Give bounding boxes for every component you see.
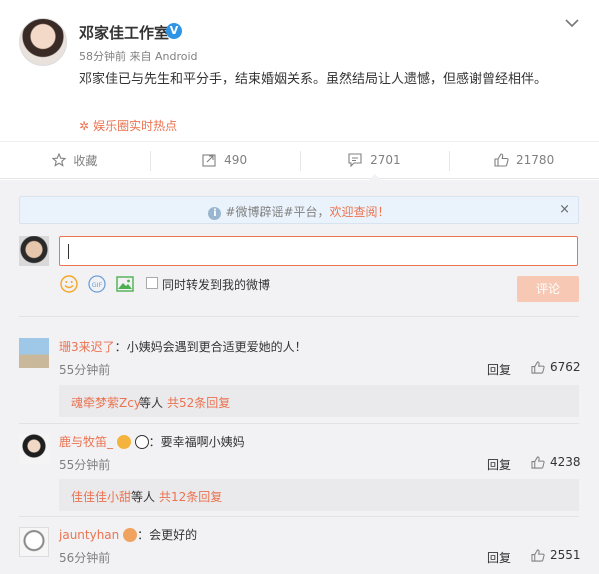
repost-button[interactable]: 490 <box>149 142 300 178</box>
comment-like-count: 4238 <box>550 455 581 469</box>
commenter-avatar[interactable] <box>19 434 49 464</box>
repost-checkbox-label: 同时转发到我的微博 <box>162 278 271 292</box>
favorite-button[interactable]: 收藏 <box>0 142 150 178</box>
current-user-avatar <box>19 236 49 266</box>
chevron-down-icon[interactable] <box>565 16 579 30</box>
sub-reply-mid: 等人 <box>131 490 156 504</box>
commenter-avatar[interactable] <box>19 338 49 368</box>
comment-icon <box>348 153 362 167</box>
emoji-panda-icon <box>134 435 149 449</box>
reply-button[interactable]: 回复 <box>487 361 511 378</box>
hot-topic-link[interactable]: ✲ 娱乐圈实时热点 <box>79 117 177 134</box>
repost-count: 490 <box>224 153 248 167</box>
sub-reply-count[interactable]: 共12条回复 <box>159 488 222 505</box>
star-icon <box>52 153 67 167</box>
divider <box>19 516 579 517</box>
comment-body: ：小姨妈会遇到更合适更爱她的人！ <box>114 340 307 354</box>
hot-topic-label: 娱乐圈实时热点 <box>93 119 178 133</box>
post-meta: 58分钟前 来自 Android <box>79 50 198 63</box>
emoji-icon[interactable] <box>60 275 78 293</box>
notice-link[interactable]: 欢迎查阅！ <box>330 205 390 219</box>
post-action-bar: 收藏 490 2701 21780 <box>0 141 599 179</box>
badge-icon <box>123 528 138 542</box>
comment-like-button[interactable]: 4238 <box>531 455 581 469</box>
verified-badge-icon: V <box>166 23 182 39</box>
reply-button[interactable]: 回复 <box>487 549 511 566</box>
sub-reply-user[interactable]: 佳佳佳小甜 <box>71 488 131 505</box>
like-count: 21780 <box>516 153 555 167</box>
comment-text-line: 鹿与牧笛_ ：要幸福啊小姨妈 <box>59 433 245 450</box>
info-icon: i <box>208 207 222 220</box>
comment-like-button[interactable]: 2551 <box>531 548 581 562</box>
weibo-post: 邓家佳工作室 V 58分钟前 来自 Android 邓家佳已与先生和平分手，结束… <box>0 0 599 141</box>
thumbs-up-icon <box>494 153 509 167</box>
sub-replies-bar[interactable]: 魂牵梦萦Zcy 等人 共52条回复 <box>59 385 579 417</box>
comment-body: ：会更好的 <box>137 528 198 542</box>
favorite-label: 收藏 <box>73 153 98 168</box>
author-name[interactable]: 邓家佳工作室 <box>79 22 169 43</box>
comment-text-line: 珊3来迟了：小姨妈会遇到更合适更爱她的人！ <box>59 338 307 355</box>
like-button[interactable]: 21780 <box>449 142 599 178</box>
image-icon[interactable] <box>116 275 134 293</box>
comment-time: 55分钟前 <box>59 458 111 472</box>
sub-reply-user[interactable]: 魂牵梦萦Zcy <box>71 394 141 411</box>
comment-text-line: jauntyhan ：会更好的 <box>59 526 197 543</box>
comment-input[interactable] <box>59 236 578 266</box>
comment-like-count: 6762 <box>550 360 581 374</box>
post-content: 邓家佳已与先生和平分手，结束婚姻关系。虽然结局让人遗憾，但感谢曾经相伴。 <box>79 72 548 87</box>
comment-like-button[interactable]: 6762 <box>531 360 581 374</box>
comment-button[interactable]: 2701 <box>299 142 450 178</box>
comments-panel: i #微博辟谣#平台，欢迎查阅！ × GIF 同时转发到我的微博 评论 珊3来迟了… <box>0 180 599 574</box>
commenter-name[interactable]: 鹿与牧笛_ <box>59 435 113 449</box>
commenter-name[interactable]: 珊3来迟了 <box>59 340 115 354</box>
submit-comment-button[interactable]: 评论 <box>517 276 579 302</box>
repost-checkbox[interactable] <box>146 277 158 289</box>
rumor-notice-bar: i #微博辟谣#平台，欢迎查阅！ × <box>19 196 579 224</box>
comment-body: ：要幸福啊小姨妈 <box>148 435 245 449</box>
svg-text:GIF: GIF <box>92 281 103 289</box>
text-cursor <box>68 244 69 259</box>
sub-reply-mid: 等人 <box>139 396 164 410</box>
gif-icon[interactable]: GIF <box>88 275 106 293</box>
commenter-avatar[interactable] <box>19 527 49 557</box>
commenter-name[interactable]: jauntyhan <box>59 528 119 542</box>
author-avatar[interactable] <box>19 18 67 66</box>
thumbs-up-icon <box>531 548 545 562</box>
reply-button[interactable]: 回复 <box>487 456 511 473</box>
divider <box>19 316 579 317</box>
emoji-heart-eyes-icon <box>116 435 131 449</box>
thumbs-up-icon <box>531 455 545 469</box>
repost-icon <box>202 154 216 167</box>
comment-time: 56分钟前 <box>59 551 111 565</box>
divider <box>19 423 579 424</box>
sub-replies-bar[interactable]: 佳佳佳小甜 等人 共12条回复 <box>59 479 579 511</box>
notice-text: i #微博辟谣#平台，欢迎查阅！ <box>20 203 578 220</box>
notice-label: #微博辟谣#平台， <box>225 205 330 219</box>
sub-reply-count[interactable]: 共52条回复 <box>167 394 230 411</box>
comment-like-count: 2551 <box>550 548 581 562</box>
comment-count: 2701 <box>370 153 401 167</box>
comment-time: 55分钟前 <box>59 363 111 377</box>
hot-star-icon: ✲ <box>79 119 90 133</box>
thumbs-up-icon <box>531 360 545 374</box>
close-icon[interactable]: × <box>559 202 570 217</box>
